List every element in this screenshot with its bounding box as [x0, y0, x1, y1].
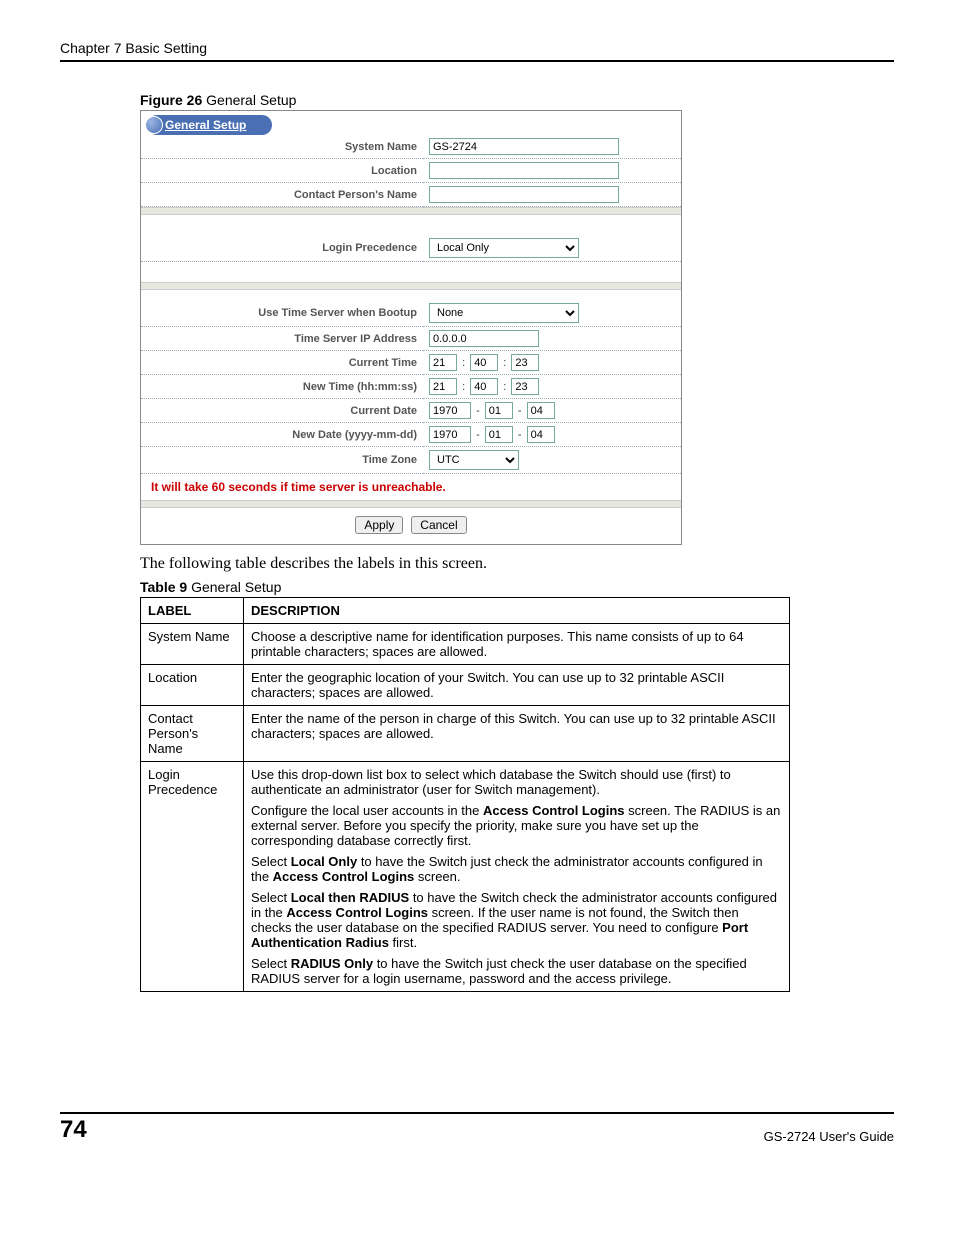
form-section-time: Use Time Server when Bootup None Time Se… [141, 300, 681, 474]
form-section-identity: System Name Location Contact Person's Na… [141, 135, 681, 207]
tab-label: General Setup [165, 118, 246, 132]
panel-header: General Setup [141, 110, 681, 135]
form-area: System Name Location Contact Person's Na… [141, 135, 681, 544]
time-zone-select[interactable]: UTC [429, 450, 519, 470]
figure-number: Figure 26 [140, 92, 202, 108]
separator-1 [141, 207, 681, 215]
new-date-d-input[interactable] [527, 426, 555, 443]
location-input[interactable] [429, 162, 619, 179]
table-row: LocationEnter the geographic location of… [141, 665, 790, 706]
time-sep: : [503, 357, 506, 369]
table-row: Login PrecedenceUse this drop-down list … [141, 762, 790, 992]
new-time-h-input[interactable] [429, 378, 457, 395]
separator-3 [141, 500, 681, 508]
label-system-name: System Name [141, 135, 423, 159]
guide-name: GS-2724 User's Guide [764, 1129, 894, 1144]
cell-description: Choose a descriptive name for identifica… [243, 624, 789, 665]
row-current-date: Current Date - - [141, 399, 681, 423]
date-sep: - [476, 429, 480, 441]
current-time-s-input[interactable] [511, 354, 539, 371]
time-sep: : [462, 357, 465, 369]
new-date-m-input[interactable] [485, 426, 513, 443]
page-footer: 74 GS-2724 User's Guide [60, 1112, 894, 1144]
date-sep: - [518, 405, 522, 417]
figure-caption: Figure 26 General Setup [140, 92, 894, 108]
cell-description: Enter the name of the person in charge o… [243, 706, 789, 762]
new-time-m-input[interactable] [470, 378, 498, 395]
desc-table-body: System NameChoose a descriptive name for… [141, 624, 790, 992]
row-use-time-server: Use Time Server when Bootup None [141, 300, 681, 327]
label-use-time-server: Use Time Server when Bootup [141, 300, 423, 327]
label-contact: Contact Person's Name [141, 183, 423, 207]
label-time-zone: Time Zone [141, 447, 423, 474]
cell-label: System Name [141, 624, 244, 665]
cell-label: Contact Person's Name [141, 706, 244, 762]
new-date-y-input[interactable] [429, 426, 471, 443]
row-time-server-ip: Time Server IP Address [141, 327, 681, 351]
system-name-input[interactable] [429, 138, 619, 155]
row-contact: Contact Person's Name [141, 183, 681, 207]
separator-2 [141, 282, 681, 290]
label-current-time: Current Time [141, 351, 423, 375]
time-server-ip-input[interactable] [429, 330, 539, 347]
row-new-date: New Date (yyyy-mm-dd) - - [141, 423, 681, 447]
tab-general-setup[interactable]: General Setup [147, 115, 272, 135]
row-time-zone: Time Zone UTC [141, 447, 681, 474]
figure-title: General Setup [202, 92, 296, 108]
time-sep: : [462, 381, 465, 393]
header-rule [60, 60, 894, 62]
body-text: The following table describes the labels… [140, 555, 894, 573]
description-table: LABEL DESCRIPTION System NameChoose a de… [140, 597, 790, 992]
chapter-header: Chapter 7 Basic Setting [60, 40, 894, 56]
row-location: Location [141, 159, 681, 183]
form-section-login: Login Precedence Local Only [141, 235, 681, 262]
current-time-m-input[interactable] [470, 354, 498, 371]
current-date-m-input[interactable] [485, 402, 513, 419]
cancel-button[interactable]: Cancel [411, 516, 466, 534]
table-caption: Table 9 General Setup [140, 579, 894, 595]
th-description: DESCRIPTION [243, 598, 789, 624]
contact-input[interactable] [429, 186, 619, 203]
cell-label: Login Precedence [141, 762, 244, 992]
table-number: Table 9 [140, 579, 187, 595]
row-login-precedence: Login Precedence Local Only [141, 235, 681, 262]
date-sep: - [518, 429, 522, 441]
cell-label: Location [141, 665, 244, 706]
warning-text: It will take 60 seconds if time server i… [141, 474, 681, 500]
general-setup-screenshot: General Setup System Name Location Conta… [140, 110, 682, 545]
label-new-time: New Time (hh:mm:ss) [141, 375, 423, 399]
cell-description: Use this drop-down list box to select wh… [243, 762, 789, 992]
page-number: 74 [60, 1116, 87, 1144]
row-new-time: New Time (hh:mm:ss) : : [141, 375, 681, 399]
button-row: Apply Cancel [141, 508, 681, 544]
row-current-time: Current Time : : [141, 351, 681, 375]
current-date-y-input[interactable] [429, 402, 471, 419]
table-row: Contact Person's NameEnter the name of t… [141, 706, 790, 762]
current-date-d-input[interactable] [527, 402, 555, 419]
login-precedence-select[interactable]: Local Only [429, 238, 579, 258]
label-location: Location [141, 159, 423, 183]
apply-button[interactable]: Apply [355, 516, 403, 534]
label-time-server-ip: Time Server IP Address [141, 327, 423, 351]
use-time-server-select[interactable]: None [429, 303, 579, 323]
tab-icon [145, 116, 163, 134]
cell-description: Enter the geographic location of your Sw… [243, 665, 789, 706]
date-sep: - [476, 405, 480, 417]
label-new-date: New Date (yyyy-mm-dd) [141, 423, 423, 447]
current-time-h-input[interactable] [429, 354, 457, 371]
label-current-date: Current Date [141, 399, 423, 423]
table-row: System NameChoose a descriptive name for… [141, 624, 790, 665]
new-time-s-input[interactable] [511, 378, 539, 395]
th-label: LABEL [141, 598, 244, 624]
time-sep: : [503, 381, 506, 393]
row-system-name: System Name [141, 135, 681, 159]
label-login-precedence: Login Precedence [141, 235, 423, 262]
table-title: General Setup [187, 579, 281, 595]
